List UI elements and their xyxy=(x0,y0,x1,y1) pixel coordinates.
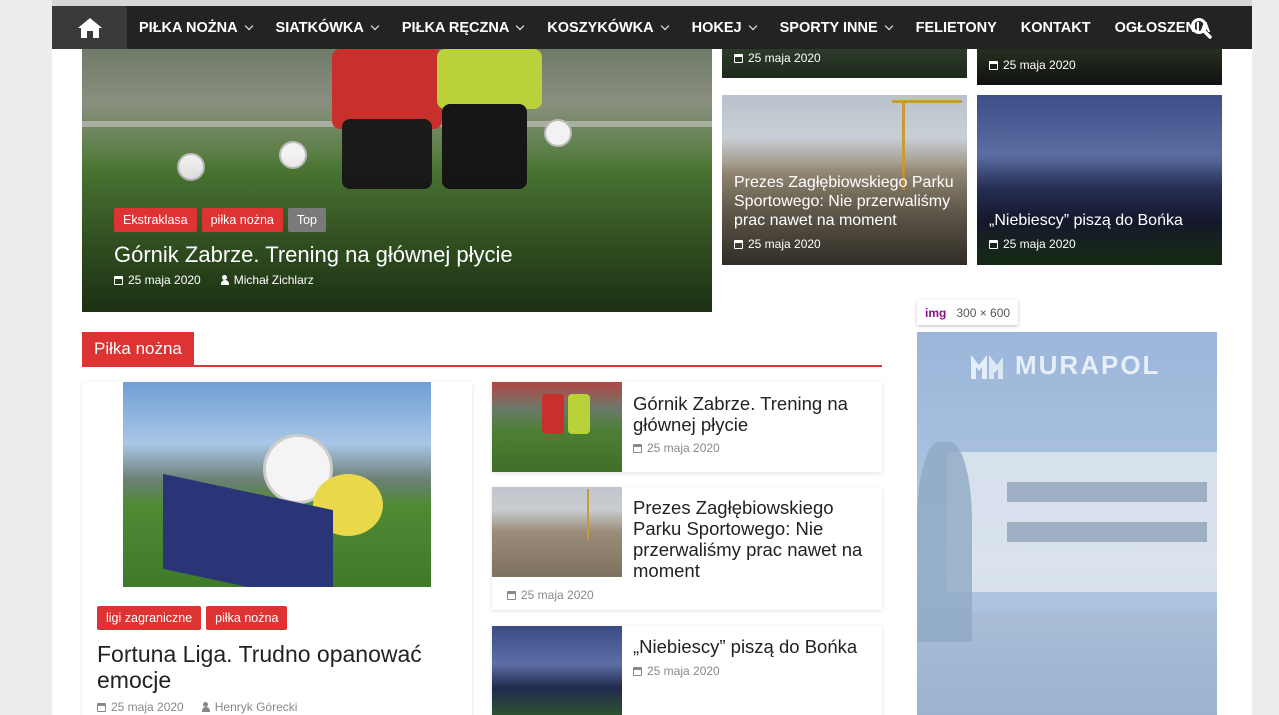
list-item[interactable]: „Niebiescy” piszą do Bońka 25 maja 2020 xyxy=(492,626,882,715)
tooltip-tag: img xyxy=(925,305,947,320)
nav-item-sporty-inne[interactable]: SPORTY INNE xyxy=(768,6,904,49)
featured-author[interactable]: Henryk Górecki xyxy=(215,700,298,714)
nav-item-koszykowka[interactable]: KOSZYKÓWKA xyxy=(535,6,679,49)
hero-article[interactable]: Ekstraklasa piłka nożna Top Górnik Zabrz… xyxy=(82,49,712,312)
thumb-meta: 25 maja 2020 xyxy=(989,237,1076,251)
hero-meta: 25 maja 2020 Michał Zichlarz xyxy=(114,273,314,287)
list-meta: 25 maja 2020 xyxy=(633,664,720,678)
advertisement-banner[interactable]: MURAPOL xyxy=(917,332,1217,715)
chevron-down-icon xyxy=(884,21,893,30)
chevron-down-icon xyxy=(244,21,253,30)
list-item[interactable]: Górnik Zabrze. Trening na głównej płycie… xyxy=(492,382,882,472)
thumb-date[interactable]: 25 maja 2020 xyxy=(748,51,821,65)
crane xyxy=(587,489,589,539)
tag-pilka-nozna[interactable]: piłka nożna xyxy=(201,208,283,232)
player xyxy=(542,394,564,434)
section-header: Piłka nożna xyxy=(82,332,882,367)
nav-item-felietony[interactable]: FELIETONY xyxy=(904,6,1009,49)
featured-article[interactable]: ligi zagraniczne piłka nożna Fortuna Lig… xyxy=(82,382,472,715)
tag-pilka-nozna[interactable]: piłka nożna xyxy=(206,606,288,630)
ball xyxy=(544,119,572,147)
hero-image-player xyxy=(332,49,442,129)
hero-tags: Ekstraklasa piłka nożna Top xyxy=(114,208,327,232)
chevron-down-icon xyxy=(748,21,757,30)
tag-top[interactable]: Top xyxy=(287,208,327,232)
player xyxy=(568,394,590,434)
featured-title[interactable]: Fortuna Liga. Trudno opanować emocje xyxy=(97,641,447,693)
chevron-down-icon xyxy=(370,21,380,30)
devtools-tooltip: img 300 × 600 xyxy=(917,300,1019,325)
hero-image-player xyxy=(437,49,542,109)
list-title[interactable]: Prezes Zagłębiowskiego Parku Sportowego:… xyxy=(633,497,873,581)
thumb-meta: 25 maja 2020 xyxy=(989,58,1076,72)
calendar-icon xyxy=(633,443,642,453)
calendar-icon xyxy=(97,702,106,712)
hero-title[interactable]: Górnik Zabrze. Trening na głównej płycie xyxy=(114,242,513,268)
thumb-construction[interactable]: Prezes Zagłębiowskiego Parku Sportowego:… xyxy=(722,95,967,265)
calendar-icon xyxy=(734,239,743,249)
nav-item-pilka-reczna[interactable]: PIŁKA RĘCZNA xyxy=(390,6,535,49)
list-thumb xyxy=(492,626,622,715)
hero-date[interactable]: 25 maja 2020 xyxy=(128,273,201,287)
ad-tree xyxy=(917,442,972,642)
list-date[interactable]: 25 maja 2020 xyxy=(647,441,720,455)
ad-brand: MURAPOL xyxy=(969,350,1160,381)
search-icon[interactable] xyxy=(1190,17,1212,39)
featured-image xyxy=(123,382,431,587)
user-icon xyxy=(220,275,229,285)
thumb-meta: 25 maja 2020 xyxy=(734,51,821,65)
featured-date[interactable]: 25 maja 2020 xyxy=(111,700,184,714)
user-icon xyxy=(201,702,210,712)
hero-shade xyxy=(82,154,712,312)
list-date[interactable]: 25 maja 2020 xyxy=(647,664,720,678)
thumb-title[interactable]: „Niebiescy” piszą do Bońka xyxy=(989,211,1219,230)
home-button[interactable] xyxy=(52,6,127,49)
home-icon xyxy=(77,17,102,38)
thumb-meta: 25 maja 2020 xyxy=(734,237,821,251)
tooltip-size: 300 × 600 xyxy=(956,305,1011,320)
tag-ekstraklasa[interactable]: Ekstraklasa xyxy=(114,208,197,232)
nav-item-pilka-nozna[interactable]: PIŁKA NOŻNA xyxy=(127,6,264,49)
ad-building-row xyxy=(1007,522,1207,542)
thumb-top-right[interactable]: 25 maja 2020 xyxy=(977,49,1222,85)
thumb-date[interactable]: 25 maja 2020 xyxy=(1003,237,1076,251)
calendar-icon xyxy=(734,53,743,63)
calendar-icon xyxy=(507,590,516,600)
featured-tags: ligi zagraniczne piłka nożna xyxy=(97,606,288,630)
list-meta: 25 maja 2020 xyxy=(633,441,720,455)
list-thumb xyxy=(492,487,622,577)
chevron-down-icon xyxy=(516,21,525,30)
calendar-icon xyxy=(114,275,123,285)
thumb-title[interactable]: Prezes Zagłębiowskiego Parku Sportowego:… xyxy=(734,173,964,230)
tag-ligi-zagraniczne[interactable]: ligi zagraniczne xyxy=(97,606,202,630)
list-title[interactable]: „Niebiescy” piszą do Bońka xyxy=(633,636,873,657)
nav-item-hokej[interactable]: HOKEJ xyxy=(680,6,768,49)
list-date[interactable]: 25 maja 2020 xyxy=(521,588,594,602)
thumb-top-left[interactable]: 25 maja 2020 xyxy=(722,49,967,78)
main-navigation: PIŁKA NOŻNA SIATKÓWKA PIŁKA RĘCZNA KOSZY… xyxy=(52,6,1252,49)
calendar-icon xyxy=(989,60,998,70)
page: PIŁKA NOŻNA SIATKÓWKA PIŁKA RĘCZNA KOSZY… xyxy=(52,0,1252,715)
crane-arm xyxy=(892,100,962,103)
thumb-date[interactable]: 25 maja 2020 xyxy=(1003,58,1076,72)
list-item[interactable]: Prezes Zagłębiowskiego Parku Sportowego:… xyxy=(492,487,882,610)
calendar-icon xyxy=(633,666,642,676)
nav-item-siatkowka[interactable]: SIATKÓWKA xyxy=(264,6,390,49)
murapol-logo-icon xyxy=(971,354,1003,379)
nav-item-kontakt[interactable]: KONTAKT xyxy=(1009,6,1103,49)
list-thumb xyxy=(492,382,622,472)
chevron-down-icon xyxy=(660,21,669,30)
hero-author[interactable]: Michał Zichlarz xyxy=(234,273,314,287)
list-meta: 25 maja 2020 xyxy=(507,588,594,602)
calendar-icon xyxy=(989,239,998,249)
section-label[interactable]: Piłka nożna xyxy=(82,332,194,365)
ad-brand-text: MURAPOL xyxy=(1015,350,1161,380)
thumb-date[interactable]: 25 maja 2020 xyxy=(748,237,821,251)
thumb-fans[interactable]: „Niebiescy” piszą do Bońka 25 maja 2020 xyxy=(977,95,1222,265)
list-title[interactable]: Górnik Zabrze. Trening na głównej płycie xyxy=(633,393,873,435)
ad-building-row xyxy=(1007,482,1207,502)
featured-meta: 25 maja 2020 Henryk Górecki xyxy=(97,700,297,714)
